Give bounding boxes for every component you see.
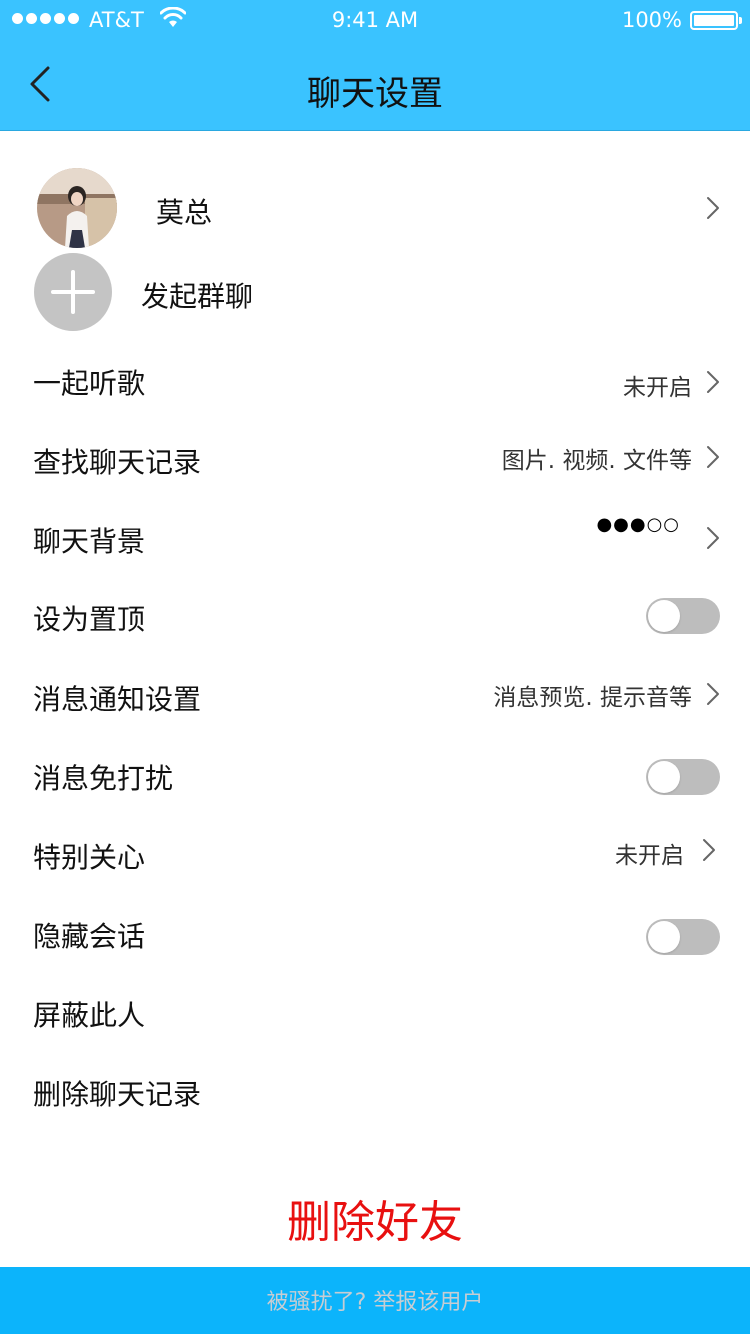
notification-settings-label: 消息通知设置 bbox=[33, 683, 202, 716]
plus-icon[interactable] bbox=[34, 253, 112, 331]
report-bar: 被骚扰了? 举报该用户 bbox=[0, 1267, 750, 1334]
report-user-link[interactable]: 被骚扰了? 举报该用户 bbox=[0, 1284, 750, 1316]
chat-background-label: 聊天背景 bbox=[33, 525, 146, 558]
start-group-chat-row[interactable]: 发起群聊 bbox=[0, 253, 750, 333]
toggle-knob bbox=[648, 761, 680, 793]
hide-conversation-toggle[interactable] bbox=[646, 919, 720, 955]
search-history-label: 查找聊天记录 bbox=[33, 446, 202, 479]
listen-together-label: 一起听歌 bbox=[33, 367, 146, 400]
avatar bbox=[37, 168, 117, 248]
start-group-chat-label: 发起群聊 bbox=[141, 280, 254, 313]
delete-history-label: 删除聊天记录 bbox=[33, 1078, 202, 1111]
special-care-label: 特别关心 bbox=[33, 841, 146, 874]
background-preview-dots: ●●●○○ bbox=[596, 514, 680, 535]
block-user-row[interactable]: 屏蔽此人 bbox=[0, 994, 750, 1073]
chevron-right-icon bbox=[707, 371, 719, 393]
top-header: AT&T 9:41 AM 100% 聊天设置 bbox=[0, 0, 750, 131]
do-not-disturb-label: 消息免打扰 bbox=[33, 762, 174, 795]
chevron-right-icon bbox=[707, 446, 719, 468]
pin-to-top-label: 设为置顶 bbox=[33, 603, 146, 636]
delete-history-row[interactable]: 删除聊天记录 bbox=[0, 1073, 750, 1152]
listen-together-value: 未开启 bbox=[623, 375, 692, 401]
notification-settings-value: 消息预览. 提示音等 bbox=[493, 685, 692, 711]
status-bar: AT&T 9:41 AM 100% bbox=[0, 0, 750, 40]
do-not-disturb-row: 消息免打扰 bbox=[0, 757, 750, 836]
hide-conversation-row: 隐藏会话 bbox=[0, 915, 750, 994]
chevron-right-icon bbox=[707, 683, 719, 705]
chevron-right-icon bbox=[703, 839, 715, 861]
profile-row[interactable]: 莫总 bbox=[0, 166, 750, 252]
special-care-value: 未开启 bbox=[615, 843, 684, 869]
pin-to-top-row: 设为置顶 bbox=[0, 598, 750, 677]
notification-settings-row[interactable]: 消息通知设置 消息预览. 提示音等 bbox=[0, 678, 750, 757]
profile-name: 莫总 bbox=[156, 196, 213, 229]
chat-background-row[interactable]: 聊天背景 ●●●○○ bbox=[0, 514, 750, 599]
search-history-value: 图片. 视频. 文件等 bbox=[501, 448, 692, 474]
battery-icon bbox=[690, 11, 742, 30]
toggle-knob bbox=[648, 600, 680, 632]
toggle-knob bbox=[648, 921, 680, 953]
special-care-row[interactable]: 特别关心 未开启 bbox=[0, 836, 750, 915]
delete-friend-button[interactable]: 删除好友 bbox=[0, 1186, 750, 1250]
listen-together-row[interactable]: 一起听歌 未开启 bbox=[0, 362, 750, 441]
pin-to-top-toggle[interactable] bbox=[646, 598, 720, 634]
battery-percent: 100% bbox=[621, 8, 682, 32]
search-history-row[interactable]: 查找聊天记录 图片. 视频. 文件等 bbox=[0, 441, 750, 520]
chevron-right-icon bbox=[707, 197, 719, 219]
chevron-right-icon bbox=[707, 527, 719, 549]
hide-conversation-label: 隐藏会话 bbox=[33, 920, 146, 953]
block-user-label: 屏蔽此人 bbox=[33, 999, 146, 1032]
page-title: 聊天设置 bbox=[307, 74, 443, 114]
do-not-disturb-toggle[interactable] bbox=[646, 759, 720, 795]
